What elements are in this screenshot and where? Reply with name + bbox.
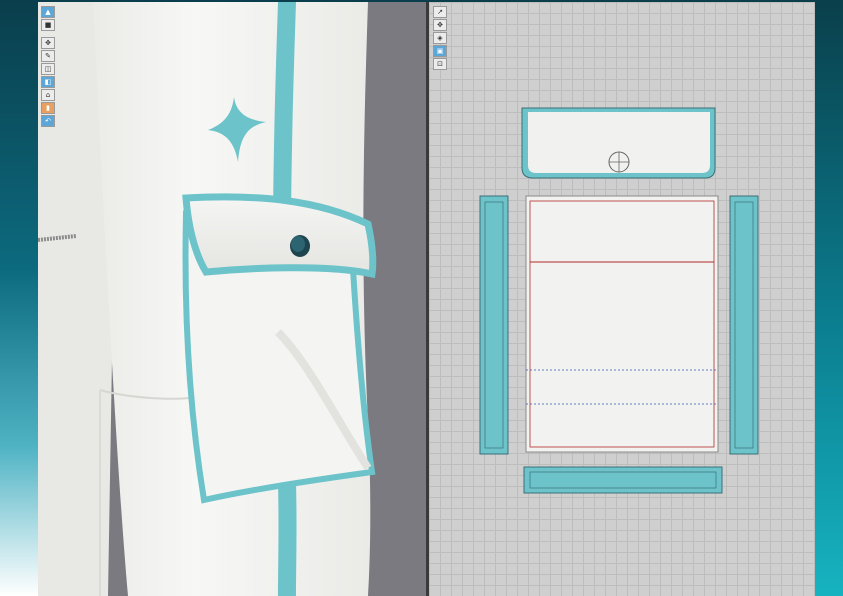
viewport-2d-pattern[interactable] xyxy=(429,2,815,596)
pattern-gusset-right[interactable] xyxy=(729,195,759,455)
garment-display-icon[interactable]: ■ xyxy=(41,19,55,31)
transform-pattern-icon[interactable]: ↗ xyxy=(433,6,447,18)
toolbar-2d: ↗ ✥ ◈ ▣ ⊡ xyxy=(433,6,447,70)
brush-icon[interactable]: ▮ xyxy=(41,102,55,114)
pattern-gusset-left[interactable] xyxy=(479,195,509,455)
fold-arrangement-icon[interactable]: ◫ xyxy=(41,63,55,75)
sewing-icon[interactable]: ◧ xyxy=(41,76,55,88)
pin-icon[interactable]: ✎ xyxy=(41,50,55,62)
steam-icon[interactable]: ⌂ xyxy=(41,89,55,101)
pattern-pocket-body[interactable] xyxy=(525,195,719,453)
garment-3d-render xyxy=(38,2,377,596)
select-move-icon[interactable]: ✥ xyxy=(41,37,55,49)
polygon-icon[interactable]: ◈ xyxy=(433,32,447,44)
avatar-display-icon[interactable]: ▲ xyxy=(41,6,55,18)
edit-point-icon[interactable]: ✥ xyxy=(433,19,447,31)
lock-icon[interactable]: ⊡ xyxy=(433,58,447,70)
internal-shape-icon[interactable]: ▣ xyxy=(433,45,447,57)
undo-icon[interactable]: ↶ xyxy=(41,115,55,127)
pattern-pieces xyxy=(479,107,759,494)
pattern-gusset-bottom[interactable] xyxy=(523,466,723,494)
viewport-3d[interactable] xyxy=(38,2,426,596)
desktop-background-right xyxy=(813,0,843,596)
toolbar-3d: ▲ ■ ✥ ✎ ◫ ◧ ⌂ ▮ ↶ xyxy=(41,6,55,127)
